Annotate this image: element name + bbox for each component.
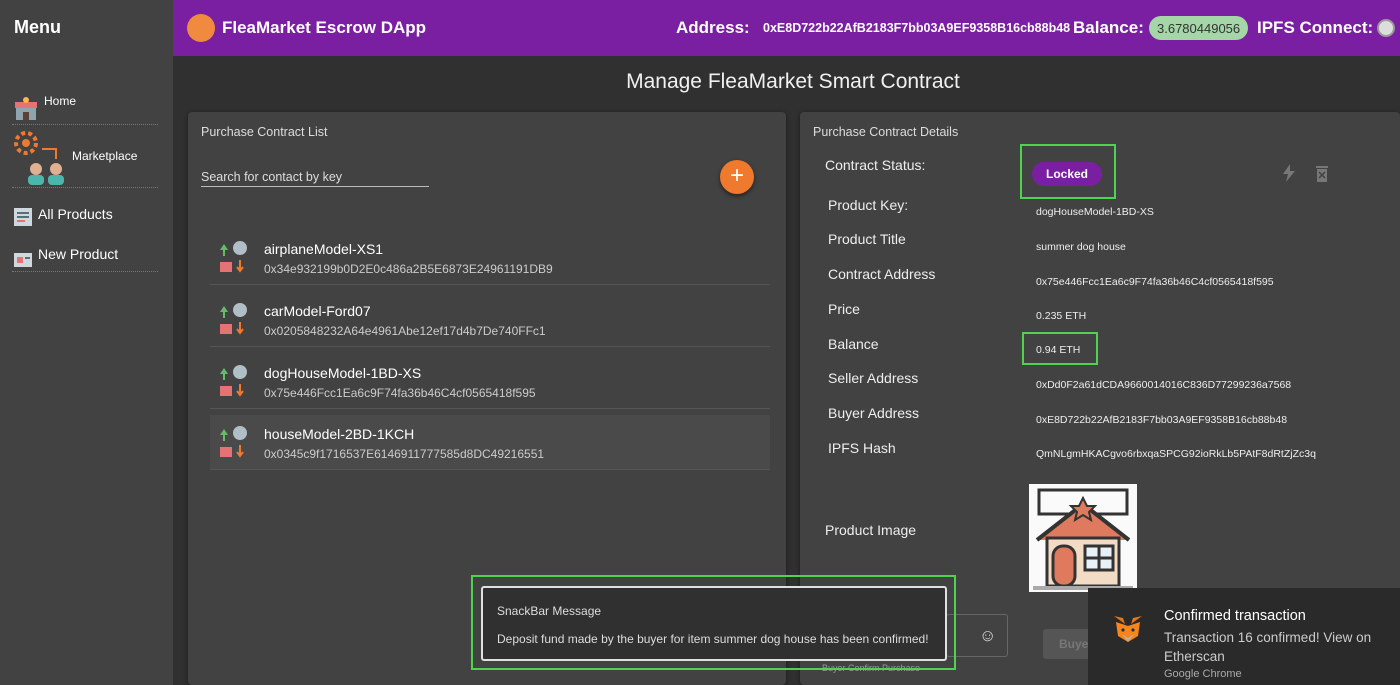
- contract-address: 0x75e446Fcc1Ea6c9F74fa36b46C4cf0565418f5…: [264, 386, 536, 400]
- contract-status-label: Contract Status:: [825, 157, 926, 173]
- gear-people-icon: [14, 131, 64, 185]
- contract-icon: [220, 303, 247, 335]
- panel-caption: Purchase Contract Details: [813, 125, 959, 139]
- contract-icon: [220, 426, 247, 458]
- field-label: Balance: [828, 336, 879, 352]
- app-header: FleaMarket Escrow DApp Address: 0xE8D722…: [173, 0, 1400, 56]
- ipfs-status-icon[interactable]: [1377, 19, 1395, 37]
- address-value: 0xE8D722b22AfB2183F7bb03A9EF9358B16cb88b…: [763, 21, 1071, 35]
- product-image: [1029, 484, 1137, 592]
- list-icon: [14, 208, 32, 226]
- snackbar-title: SnackBar Message: [497, 604, 602, 618]
- shop-icon: [15, 97, 37, 120]
- contract-key: carModel-Ford07: [264, 303, 371, 319]
- field-value: 0xDd0F2a61dCDA9660014016C836D77299236a75…: [1036, 379, 1292, 391]
- search-input[interactable]: [201, 167, 429, 187]
- page-title: Manage FleaMarket Smart Contract: [626, 70, 960, 93]
- sidebar: Menu Home Marketplace All Products New P…: [0, 0, 173, 685]
- notification-source: Google Chrome: [1164, 668, 1242, 680]
- snackbar-message: Deposit fund made by the buyer for item …: [497, 632, 929, 646]
- delete-icon[interactable]: [1315, 164, 1329, 182]
- field-value: QmNLgmHKACgvo6rbxqaSPCG92ioRkLb5PAtF8dRt…: [1036, 448, 1316, 460]
- lightning-icon[interactable]: [1282, 164, 1296, 182]
- contract-key: houseModel-2BD-1KCH: [264, 426, 415, 442]
- field-value: 0x75e446Fcc1Ea6c9F74fa36b46C4cf0565418f5…: [1036, 276, 1274, 288]
- add-contract-button[interactable]: +: [720, 160, 754, 194]
- field-value: 0xE8D722b22AfB2183F7bb03A9EF9358B16cb88b…: [1036, 414, 1288, 426]
- sidebar-item-label: New Product: [38, 246, 119, 262]
- list-item[interactable]: airplaneModel-XS1 0x34e932199b0D2E0c486a…: [210, 230, 770, 285]
- contract-icon: [220, 241, 247, 273]
- app-title: FleaMarket Escrow DApp: [222, 18, 427, 37]
- sidebar-item-home[interactable]: Home: [12, 80, 158, 125]
- sidebar-item-all-products[interactable]: All Products: [12, 196, 158, 228]
- sidebar-title: Menu: [14, 17, 61, 37]
- contract-icon: [220, 365, 247, 397]
- ipfs-label: IPFS Connect:: [1257, 18, 1374, 37]
- field-label: Buyer Address: [828, 405, 920, 421]
- sidebar-item-label: Marketplace: [72, 149, 138, 163]
- contract-address: 0x0205848232A64e4961Abe12ef17d4b7De740FF…: [264, 324, 546, 338]
- product-image-label: Product Image: [825, 522, 917, 538]
- emoji-icon[interactable]: ☺: [979, 626, 996, 646]
- field-value: dogHouseModel-1BD-XS: [1036, 206, 1154, 218]
- list-item[interactable]: dogHouseModel-1BD-XS 0x75e446Fcc1Ea6c9F7…: [210, 354, 770, 409]
- field-label: Product Key:: [828, 197, 909, 213]
- list-item[interactable]: houseModel-2BD-1KCH 0x0345c9f1716537E614…: [210, 415, 770, 470]
- balance-label: Balance:: [1073, 18, 1144, 37]
- browser-notification[interactable]: Confirmed transaction Transaction 16 con…: [1088, 588, 1400, 685]
- field-label: Price: [828, 301, 860, 317]
- status-badge: Locked: [1032, 162, 1103, 186]
- contract-address: 0x34e932199b0D2E0c486a2B5E6873E24961191D…: [264, 262, 553, 276]
- field-value: summer dog house: [1036, 241, 1126, 253]
- snackbar: SnackBar Message Deposit fund made by th…: [481, 586, 947, 661]
- contract-key: airplaneModel-XS1: [264, 241, 384, 257]
- field-label: Product Title: [828, 231, 906, 247]
- field-label: Seller Address: [828, 370, 919, 386]
- sidebar-item-label: Home: [44, 94, 77, 108]
- notification-body: Transaction 16 confirmed! View on Ethers…: [1164, 630, 1372, 664]
- sidebar-item-new-product[interactable]: New Product: [12, 238, 158, 272]
- field-label: IPFS Hash: [828, 440, 896, 456]
- contract-address: 0x0345c9f1716537E6146911777585d8DC492165…: [264, 447, 545, 461]
- product-icon: [14, 253, 32, 267]
- field-value: 0.235 ETH: [1036, 310, 1087, 322]
- field-value: 0.94 ETH: [1036, 344, 1081, 356]
- sidebar-item-marketplace[interactable]: Marketplace: [12, 128, 158, 188]
- sidebar-item-label: All Products: [38, 206, 113, 222]
- notification-title: Confirmed transaction: [1164, 608, 1306, 624]
- contract-key: dogHouseModel-1BD-XS: [264, 365, 422, 381]
- panel-caption: Purchase Contract List: [201, 125, 328, 139]
- list-item[interactable]: carModel-Ford07 0x0205848232A64e4961Abe1…: [210, 292, 770, 347]
- metamask-fox-icon: [1114, 616, 1142, 642]
- address-label: Address:: [676, 18, 750, 37]
- field-label: Contract Address: [828, 266, 936, 282]
- balance-badge: 3.6780449056: [1149, 16, 1249, 40]
- app-logo: [187, 14, 215, 42]
